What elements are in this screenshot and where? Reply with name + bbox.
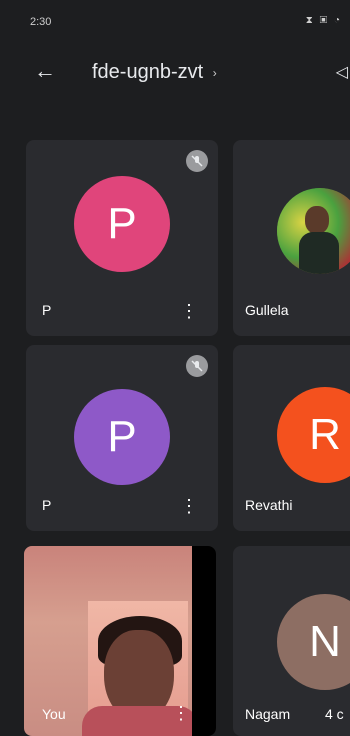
participant-name: You (42, 706, 66, 722)
participant-name: Revathi (245, 497, 293, 513)
participant-tile[interactable]: P P ⋮ (26, 345, 218, 531)
avatar: N (277, 594, 350, 690)
more-options-icon[interactable]: ⋮ (172, 704, 190, 722)
participant-tile[interactable]: N Nagam 4 c (233, 546, 350, 736)
meeting-title[interactable]: fde-ugnb-zvt › (92, 61, 217, 84)
avatar: R (277, 387, 350, 483)
status-bar: 2:30 ⧗ ▣ ◔ (0, 0, 350, 34)
participant-photo (277, 188, 350, 274)
participant-tile[interactable]: Gullela (233, 140, 350, 336)
back-arrow-icon[interactable]: ← (34, 58, 56, 84)
chevron-right-icon: › (212, 65, 217, 80)
self-view-tile[interactable]: You ⋮ (24, 546, 216, 736)
participant-tile[interactable]: P P ⋮ (26, 140, 218, 336)
participant-tile[interactable]: R Revathi (233, 345, 350, 531)
avatar: P (74, 389, 170, 485)
avatar: P (74, 176, 170, 272)
participant-name: Nagam (245, 706, 291, 722)
mic-off-icon (186, 355, 208, 377)
status-time: 2:30 (30, 16, 52, 28)
participant-name: P (42, 302, 52, 318)
speaker-icon[interactable]: ◁ (336, 62, 348, 82)
participant-count: 4 c (325, 706, 344, 722)
mic-off-icon (186, 150, 208, 172)
participant-name: Gullela (245, 302, 289, 318)
more-options-icon[interactable]: ⋮ (180, 497, 198, 515)
more-options-icon[interactable]: ⋮ (180, 302, 198, 320)
meeting-code: fde-ugnb-zvt (92, 61, 204, 83)
participant-name: P (42, 497, 52, 513)
app-bar: ← fde-ugnb-zvt › ◁ (0, 48, 350, 98)
status-icons: ⧗ ▣ ◔ (305, 15, 342, 26)
